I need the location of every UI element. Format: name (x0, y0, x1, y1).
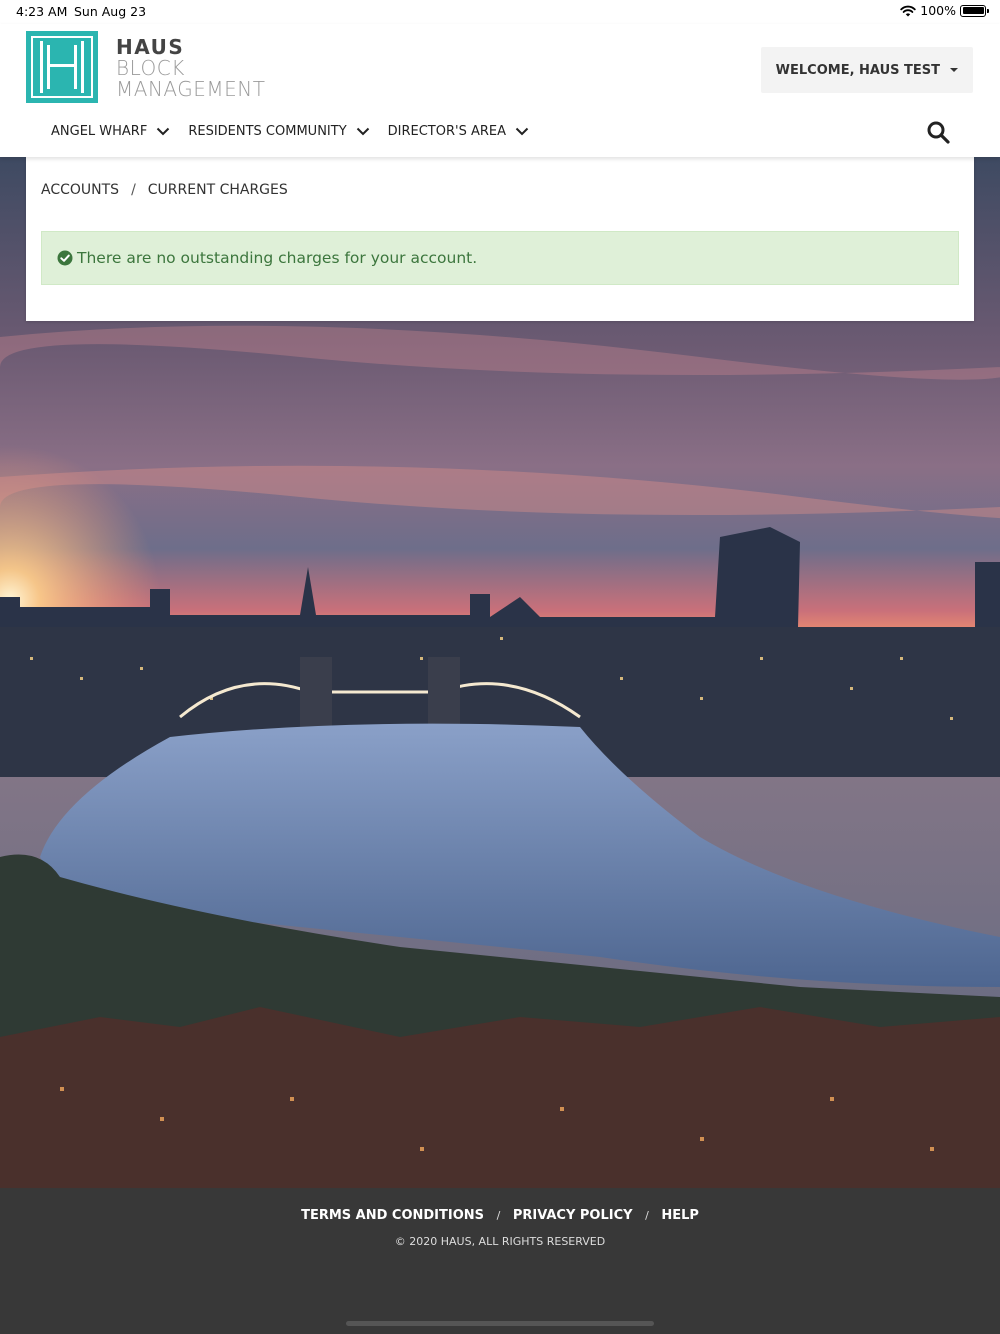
footer-copyright: © 2020 HAUS, ALL RIGHTS RESERVED (394, 1235, 606, 1248)
footer-links: TERMS AND CONDITIONS / PRIVACY POLICY / … (0, 1208, 1000, 1223)
status-right: 100% (900, 3, 989, 18)
site-footer: TERMS AND CONDITIONS / PRIVACY POLICY / … (0, 1188, 1000, 1334)
alert-message: There are no outstanding charges for you… (77, 249, 478, 267)
nav-item-label: RESIDENTS COMMUNITY (188, 124, 347, 139)
breadcrumb-current-charges: CURRENT CHARGES (147, 182, 288, 198)
haus-logo-icon (26, 31, 98, 103)
nav-item-label: DIRECTOR'S AREA (387, 124, 507, 139)
status-date: Sun Aug 23 (74, 4, 147, 19)
footer-link-terms[interactable]: TERMS AND CONDITIONS (301, 1208, 484, 1223)
battery-icon (960, 4, 989, 17)
breadcrumb-separator: / (131, 182, 136, 198)
footer-link-privacy[interactable]: PRIVACY POLICY (513, 1208, 633, 1223)
main-nav: ANGEL WHARF RESIDENTS COMMUNITY DIRECTOR… (51, 124, 547, 139)
logo-wordmark: HAUS BLOCK MANAGEMENT (116, 37, 265, 100)
chevron-down-icon (356, 127, 369, 136)
nav-item-directors-area[interactable]: DIRECTOR'S AREA (388, 124, 529, 139)
user-menu-label: WELCOME, HAUS TEST (775, 62, 940, 78)
nav-item-label: ANGEL WHARF (51, 124, 148, 139)
site-header: HAUS BLOCK MANAGEMENT WELCOME, HAUS TEST… (0, 24, 1000, 157)
logo-line-3: MANAGEMENT (116, 77, 266, 101)
logo-line-1: HAUS (116, 35, 185, 59)
status-time: 4:23 AM (16, 4, 68, 19)
site-logo[interactable]: HAUS BLOCK MANAGEMENT (26, 31, 265, 103)
caret-down-icon (950, 68, 958, 72)
wifi-icon (900, 5, 916, 16)
status-bar: 4:23 AM Sun Aug 23 100% (0, 0, 1000, 24)
chevron-down-icon (515, 127, 529, 136)
battery-percent: 100% (920, 3, 956, 18)
nav-item-angel-wharf[interactable]: ANGEL WHARF (51, 124, 170, 139)
nav-item-residents-community[interactable]: RESIDENTS COMMUNITY (188, 124, 369, 139)
chevron-down-icon (157, 127, 170, 136)
logo-line-2: BLOCK (116, 56, 185, 80)
success-alert: There are no outstanding charges for you… (41, 231, 959, 285)
breadcrumb-accounts[interactable]: ACCOUNTS (41, 182, 119, 198)
check-circle-icon (57, 250, 73, 266)
footer-link-help[interactable]: HELP (661, 1208, 699, 1223)
footer-separator: / (496, 1209, 501, 1222)
home-indicator[interactable] (346, 1321, 654, 1326)
search-icon[interactable] (926, 120, 950, 144)
content-card: ACCOUNTS / CURRENT CHARGES There are no … (26, 157, 974, 321)
breadcrumb: ACCOUNTS / CURRENT CHARGES (41, 182, 288, 198)
user-menu-button[interactable]: WELCOME, HAUS TEST (760, 47, 973, 93)
footer-separator: / (645, 1209, 649, 1222)
